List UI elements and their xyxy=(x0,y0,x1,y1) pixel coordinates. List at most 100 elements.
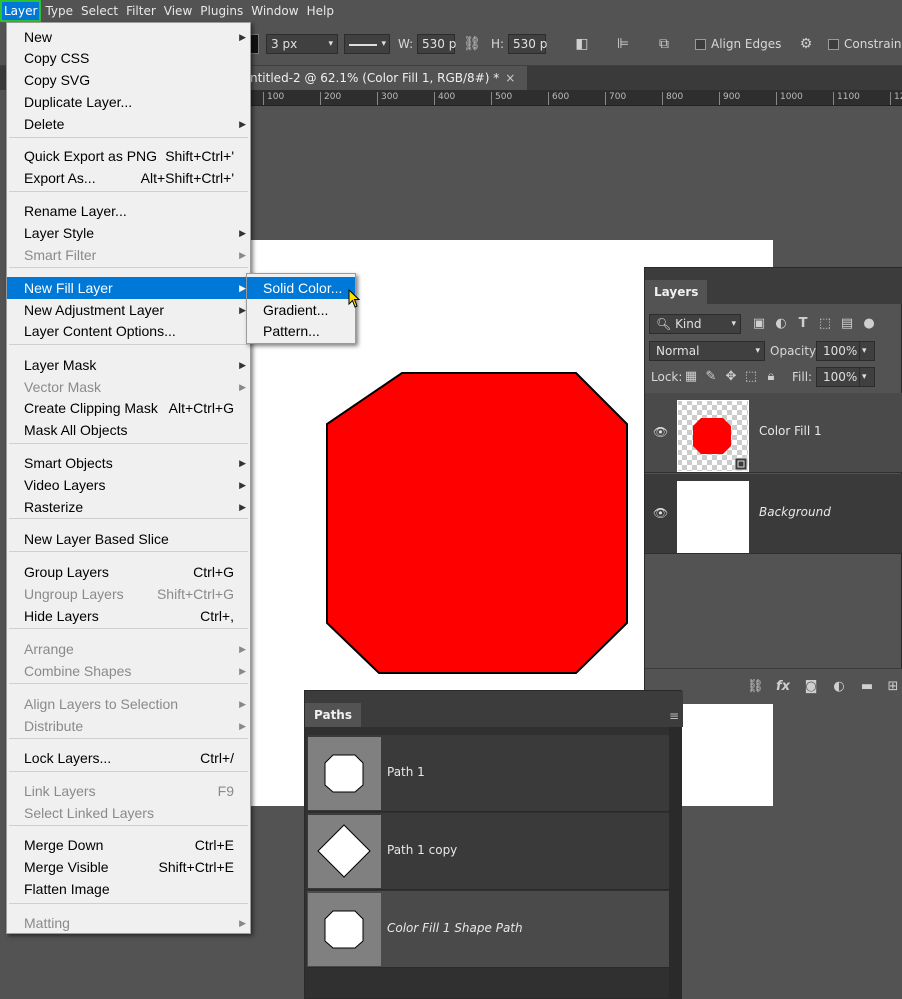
menu-plugins[interactable]: Plugins xyxy=(196,0,247,22)
menu-item-new[interactable]: New ▶ xyxy=(7,26,250,48)
menu-item-merge-visible[interactable]: Merge Visible Shift+Ctrl+E xyxy=(7,856,250,878)
document-tab[interactable]: ntitled-2 @ 62.1% (Color Fill 1, RGB/8#)… xyxy=(250,66,528,90)
menu-item-merge-down[interactable]: Merge Down Ctrl+E xyxy=(7,834,250,856)
menu-window[interactable]: Window xyxy=(247,0,302,22)
submenu-item-solid-color[interactable]: Solid Color... xyxy=(247,277,355,299)
tab-paths[interactable]: Paths xyxy=(305,703,361,727)
opacity-field[interactable]: 100% xyxy=(816,341,860,361)
path-row-color-fill-1-shape-path[interactable]: Color Fill 1 Shape Path xyxy=(307,891,669,968)
layer-menu: New ▶ Copy CSS Copy SVG Duplicate Layer... De… xyxy=(6,22,251,934)
link-icon[interactable]: ⛓ xyxy=(747,679,764,695)
width-field[interactable]: 530 p xyxy=(417,34,456,54)
menu-item-lock-layers[interactable]: Lock Layers... Ctrl+/ xyxy=(7,747,250,769)
shape-filter-icon[interactable]: ⬚ xyxy=(817,316,833,332)
mask-icon[interactable]: ◙ xyxy=(803,679,819,695)
menu-item-layer-mask[interactable]: Layer Mask ▶ xyxy=(7,354,250,376)
menu-item-copy-css[interactable]: Copy CSS xyxy=(7,47,250,69)
menu-item-label: Merge Down xyxy=(24,837,104,853)
menu-item-new-fill-layer[interactable]: New Fill Layer ▶ xyxy=(7,277,250,299)
stroke-width-field[interactable]: 3 px ▾ xyxy=(266,34,338,54)
layer-row-color-fill-1[interactable]: 👁︎ Color Fill 1 xyxy=(645,393,902,473)
submenu-item-pattern[interactable]: Pattern... xyxy=(247,320,355,342)
fill-slider-toggle[interactable]: ▾ xyxy=(859,367,875,387)
tab-layers[interactable]: Layers xyxy=(645,280,708,304)
menu-separator xyxy=(9,344,248,345)
menu-type[interactable]: Type xyxy=(41,0,77,22)
constrain-checkbox[interactable] xyxy=(828,39,839,50)
menu-item-delete[interactable]: Delete ▶ xyxy=(7,113,250,135)
blend-mode-value: Normal xyxy=(656,344,700,358)
path-arrangement-icon[interactable]: ⧉ xyxy=(654,34,674,54)
align-edges-option[interactable]: Align Edges xyxy=(695,34,781,54)
eye-icon[interactable]: 👁︎ xyxy=(653,425,668,439)
octagon-shape[interactable] xyxy=(320,368,632,678)
path-alignment-icon[interactable]: ⊫ xyxy=(613,34,633,54)
chevron-right-icon: ▶ xyxy=(239,305,246,315)
menu-item-video-layers[interactable]: Video Layers ▶ xyxy=(7,474,250,496)
fx-icon[interactable]: fx xyxy=(775,679,791,695)
stroke-type-dropdown[interactable]: ▾ xyxy=(344,34,390,54)
path-thumbnail xyxy=(308,893,381,966)
path-row-path-1[interactable]: Path 1 xyxy=(307,735,669,812)
menu-item-smart-objects[interactable]: Smart Objects ▶ xyxy=(7,452,250,474)
new-layer-icon[interactable]: ⊞ xyxy=(885,679,901,695)
menu-select[interactable]: Select xyxy=(77,0,122,22)
chevron-right-icon: ▶ xyxy=(239,480,246,490)
menu-item-hide-layers[interactable]: Hide Layers Ctrl+, xyxy=(7,605,250,627)
align-edges-checkbox[interactable] xyxy=(695,39,706,50)
menu-item-layer-style[interactable]: Layer Style ▶ xyxy=(7,222,250,244)
menu-item-export-as[interactable]: Export As... Alt+Shift+Ctrl+' xyxy=(7,167,250,189)
adjustment-icon[interactable]: ◐ xyxy=(831,679,847,695)
path-operations-icon[interactable]: ◧ xyxy=(572,34,592,54)
menu-item-shortcut: Ctrl+E xyxy=(194,837,234,853)
layer-filter-dropdown[interactable]: 🔍︎ Kind ▾ xyxy=(649,314,741,334)
menu-item-copy-svg[interactable]: Copy SVG xyxy=(7,69,250,91)
pixel-filter-icon[interactable]: ▣ xyxy=(751,316,767,332)
height-field[interactable]: 530 p xyxy=(508,34,547,54)
opacity-slider-toggle[interactable]: ▾ xyxy=(859,341,875,361)
menu-item-flatten-image[interactable]: Flatten Image xyxy=(7,878,250,900)
constrain-option[interactable]: Constrain P xyxy=(828,34,902,54)
menu-item-duplicate-layer[interactable]: Duplicate Layer... xyxy=(7,91,250,113)
menu-layer[interactable]: Layer xyxy=(0,0,42,22)
eye-icon[interactable]: 👁︎ xyxy=(653,506,668,520)
menu-item-create-clipping-mask[interactable]: Create Clipping Mask Alt+Ctrl+G xyxy=(7,397,250,419)
menu-item-rename-layer[interactable]: Rename Layer... xyxy=(7,200,250,222)
folder-icon[interactable]: ▬ xyxy=(859,679,875,695)
filter-toggle-icon[interactable]: ● xyxy=(861,316,877,332)
menu-item-mask-all-objects[interactable]: Mask All Objects xyxy=(7,419,250,441)
menu-help[interactable]: Help xyxy=(303,0,338,22)
link-dimensions-icon[interactable]: ⛓ xyxy=(462,34,482,54)
menu-item-layer-content-options[interactable]: Layer Content Options... xyxy=(7,320,250,342)
smart-object-filter-icon[interactable]: ▤ xyxy=(839,316,855,332)
menu-item-group-layers[interactable]: Group Layers Ctrl+G xyxy=(7,561,250,583)
close-icon[interactable]: × xyxy=(505,71,515,85)
adjustment-filter-icon[interactable]: ◐ xyxy=(773,316,789,332)
lock-all-icon[interactable]: 🔒︎ xyxy=(763,369,779,385)
menu-item-quick-export-as-png[interactable]: Quick Export as PNG Shift+Ctrl+' xyxy=(7,145,250,167)
stroke-width-value: 3 px xyxy=(271,37,298,51)
type-filter-icon[interactable]: T xyxy=(795,316,811,332)
menu-view[interactable]: View xyxy=(160,0,196,22)
menu-item-shortcut: Ctrl+/ xyxy=(200,750,234,766)
submenu-item-gradient[interactable]: Gradient... xyxy=(247,299,355,321)
menu-item-vector-mask: Vector Mask ▶ xyxy=(7,376,250,398)
menu-item-align-layers-to-selection: Align Layers to Selection ▶ xyxy=(7,693,250,715)
lock-transparent-icon[interactable]: ▦ xyxy=(683,369,699,385)
layer-row-background[interactable]: 👁︎ Background xyxy=(645,474,902,554)
gear-icon[interactable]: ⚙ xyxy=(796,34,816,54)
paths-scrollbar[interactable] xyxy=(669,727,681,999)
menu-filter[interactable]: Filter xyxy=(122,0,160,22)
lock-artboard-icon[interactable]: ⬚ xyxy=(743,369,759,385)
lock-position-icon[interactable]: ✥ xyxy=(723,369,739,385)
lock-image-icon[interactable]: ✎ xyxy=(703,369,719,385)
fill-field[interactable]: 100% xyxy=(816,367,860,387)
menu-item-rasterize[interactable]: Rasterize ▶ xyxy=(7,496,250,518)
menu-separator xyxy=(9,825,248,826)
ruler-tick-label: 300 xyxy=(377,92,398,105)
menu-item-new-adjustment-layer[interactable]: New Adjustment Layer ▶ xyxy=(7,299,250,321)
menu-item-new-layer-based-slice[interactable]: New Layer Based Slice xyxy=(7,528,250,550)
panel-menu-icon[interactable]: ≡ xyxy=(669,709,679,723)
blend-mode-dropdown[interactable]: Normal ▾ xyxy=(649,341,765,361)
path-row-path-1-copy[interactable]: Path 1 copy xyxy=(307,813,669,890)
